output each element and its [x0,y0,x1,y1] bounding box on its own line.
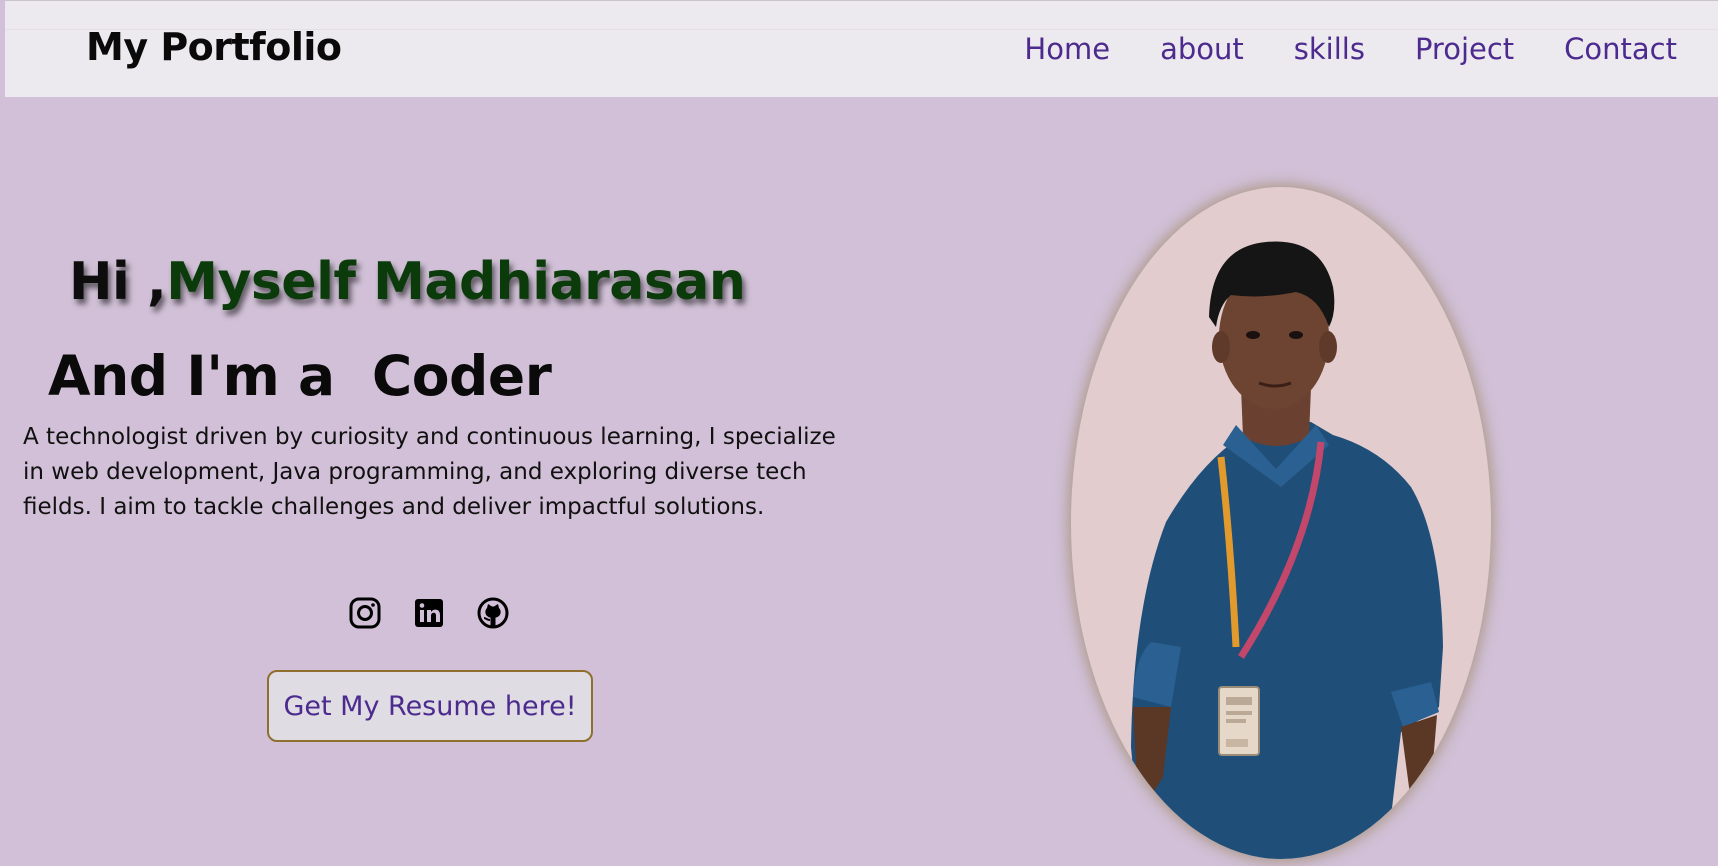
nav-about[interactable]: about [1160,32,1244,66]
nav-skills[interactable]: skills [1294,32,1365,66]
nav-links: Home about skills Project Contact [1024,32,1677,66]
nav-contact[interactable]: Contact [1564,32,1677,66]
hero-greeting: Hi , [69,252,167,312]
hero-title: Hi ,Myself Madhiarasan [69,252,746,312]
brand-title: My Portfolio [86,25,342,69]
nav-home[interactable]: Home [1024,32,1110,66]
hero-name: Myself Madhiarasan [166,252,746,312]
hero-subtitle: And I'm a Coder [48,344,552,408]
resume-button[interactable]: Get My Resume here! [267,670,593,742]
hero-description: A technologist driven by curiosity and c… [23,424,836,520]
github-icon[interactable] [476,596,510,630]
linkedin-icon[interactable] [412,596,446,630]
nav-project[interactable]: Project [1415,32,1514,66]
profile-photo [1071,187,1491,859]
instagram-icon[interactable] [348,596,382,630]
social-links [348,596,510,630]
person-illustration [1131,241,1443,859]
navbar: My Portfolio Home about skills Project C… [5,0,1718,97]
